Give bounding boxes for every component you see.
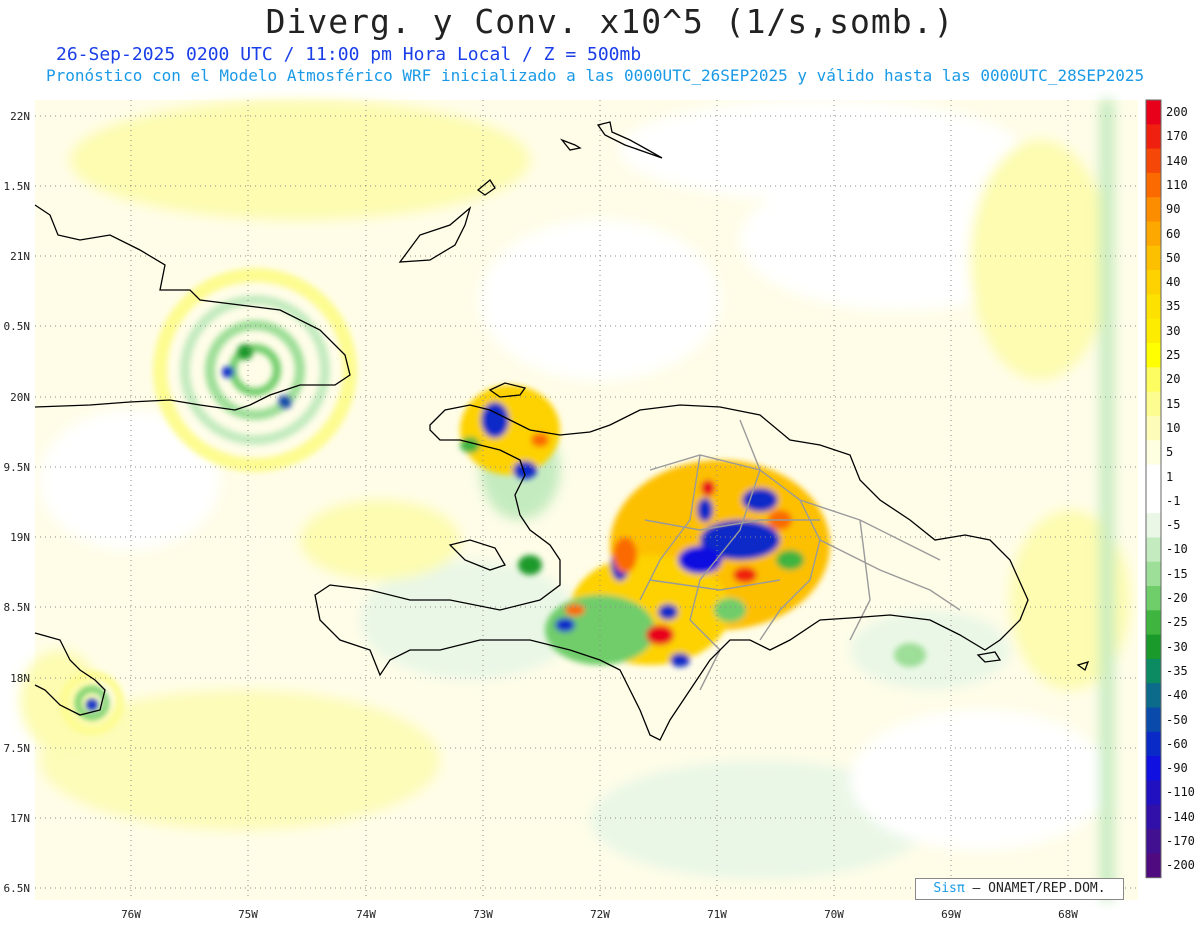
colorbar-swatch <box>1146 415 1161 441</box>
colorbar-label: -200 <box>1166 858 1195 873</box>
colorbar-label: -40 <box>1166 688 1188 703</box>
colorbar-label: 5 <box>1166 445 1174 460</box>
valid-time-subtitle: 26-Sep-2025 0200 UTC / 11:00 pm Hora Loc… <box>56 44 642 65</box>
colorbar-label: 30 <box>1166 323 1181 338</box>
credit-box: Sisπ – ONAMET/REP.DOM. <box>915 878 1124 900</box>
lon-label: 76W <box>121 908 141 921</box>
colorbar-label: 200 <box>1166 105 1188 119</box>
colorbar-swatch <box>1146 707 1161 733</box>
colorbar-swatch <box>1146 221 1161 247</box>
lon-label: 70W <box>824 908 844 921</box>
colorbar-label: 15 <box>1166 396 1181 411</box>
lon-label: 72W <box>590 908 610 921</box>
colorbar-label: -170 <box>1166 834 1195 848</box>
colorbar-label: 90 <box>1166 202 1181 217</box>
colorbar-swatch <box>1146 731 1161 757</box>
credit-text: – ONAMET/REP.DOM. <box>972 881 1106 896</box>
lat-label: 19N <box>10 531 30 544</box>
model-run-subtitle: Pronóstico con el Modelo Atmosférico WRF… <box>46 66 1145 85</box>
colorbar-swatch <box>1146 780 1161 806</box>
colorbar-swatch <box>1146 245 1161 271</box>
colorbar-label: 40 <box>1166 275 1181 290</box>
colorbar-swatch <box>1146 148 1161 174</box>
lon-label: 73W <box>473 908 493 921</box>
colorbar-swatch <box>1146 658 1161 684</box>
colorbar-swatch <box>1146 367 1161 393</box>
lon-label: 74W <box>356 908 376 921</box>
colorbar-swatch <box>1146 343 1161 368</box>
map-title: Diverg. y Conv. x10^5 (1/s,somb.) <box>265 2 955 41</box>
colorbar-label: 20 <box>1166 372 1181 387</box>
colorbar-label: 25 <box>1166 348 1181 362</box>
lat-label: 17N <box>10 812 30 825</box>
colorbar-swatch <box>1146 683 1161 708</box>
colorbar-label: 60 <box>1166 226 1181 241</box>
lat-label: 18N <box>10 672 30 685</box>
credit-logo: Sisπ <box>933 881 965 896</box>
colorbar-label: 50 <box>1166 250 1181 265</box>
lat-label: 9.5N <box>3 461 31 474</box>
lon-label: 68W <box>1058 908 1078 921</box>
colorbar-label: -35 <box>1166 663 1188 678</box>
lat-label: 7.5N <box>3 742 31 755</box>
colorbar-label: 1 <box>1166 469 1174 484</box>
colorbar <box>1145 99 1162 879</box>
colorbar-label: 140 <box>1166 153 1188 168</box>
colorbar-swatch <box>1146 197 1161 222</box>
lat-label: 20N <box>10 391 30 404</box>
colorbar-swatch <box>1146 440 1161 465</box>
colorbar-swatch <box>1146 829 1161 854</box>
colorbar-label: -5 <box>1166 518 1181 533</box>
lat-label: 22N <box>10 110 30 123</box>
colorbar-label: -20 <box>1166 591 1188 605</box>
colorbar-swatch <box>1146 294 1161 320</box>
colorbar-swatch <box>1146 270 1161 295</box>
colorbar-swatch <box>1146 561 1161 587</box>
lat-label: 8.5N <box>3 601 31 614</box>
colorbar-label: 170 <box>1166 129 1188 144</box>
colorbar-swatch <box>1146 537 1161 563</box>
colorbar-label: -1 <box>1166 493 1181 508</box>
lon-label: 75W <box>238 908 258 921</box>
lat-label: 6.5N <box>3 882 31 895</box>
colorbar-label: 110 <box>1166 177 1188 192</box>
colorbar-swatch <box>1146 756 1161 781</box>
colorbar-swatch <box>1146 610 1161 636</box>
colorbar-label: -90 <box>1166 761 1188 776</box>
colorbar-swatch <box>1146 853 1161 879</box>
lat-label: 21N <box>10 250 30 263</box>
colorbar-swatch <box>1146 124 1161 150</box>
colorbar-label: -110 <box>1166 785 1195 800</box>
colorbar-swatch <box>1146 464 1161 490</box>
lon-label: 71W <box>707 908 727 921</box>
colorbar-swatch <box>1146 488 1161 514</box>
colorbar-label: 10 <box>1166 420 1181 435</box>
colorbar-label: -10 <box>1166 542 1188 557</box>
colorbar-label: -50 <box>1166 712 1188 727</box>
colorbar-label: -30 <box>1166 639 1188 654</box>
colorbar-swatch <box>1146 634 1161 660</box>
colorbar-swatch <box>1146 100 1161 125</box>
colorbar-swatch <box>1146 172 1161 198</box>
colorbar-label: -60 <box>1166 736 1188 751</box>
lat-label: 1.5N <box>3 180 31 193</box>
colorbar-swatch <box>1146 513 1161 538</box>
colorbar-label: 35 <box>1166 299 1181 314</box>
colorbar-label: -25 <box>1166 615 1188 630</box>
forecast-map <box>20 99 1162 900</box>
colorbar-swatch <box>1146 586 1161 611</box>
colorbar-swatch <box>1146 318 1161 344</box>
colorbar-swatch <box>1146 391 1161 417</box>
colorbar-label: -15 <box>1166 566 1188 581</box>
lon-label: 69W <box>941 908 961 921</box>
colorbar-swatch <box>1146 804 1161 830</box>
lat-label: 0.5N <box>3 320 31 333</box>
colorbar-label: -140 <box>1166 809 1195 824</box>
